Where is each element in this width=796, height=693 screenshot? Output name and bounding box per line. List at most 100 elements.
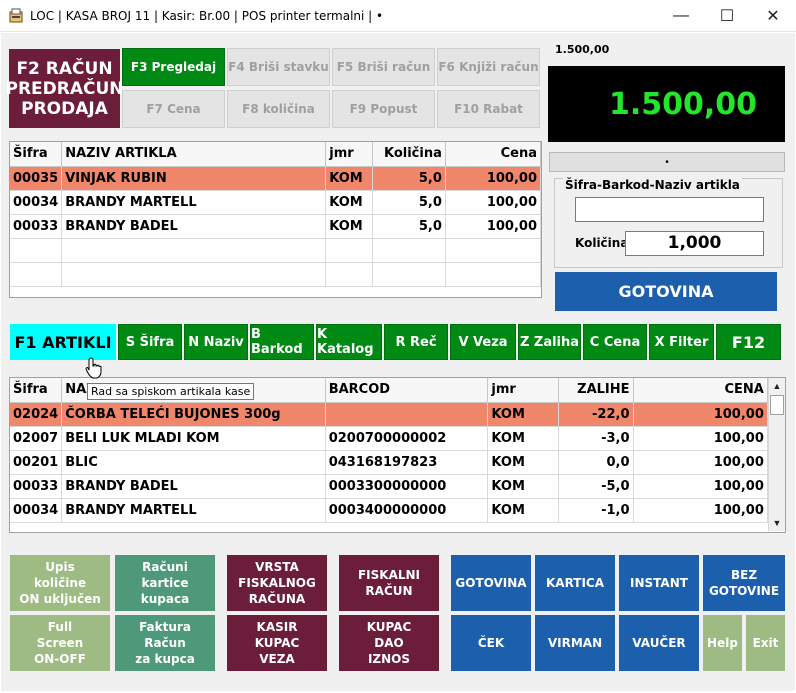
upis-kolicine-button[interactable]: Upis količine ON uključen xyxy=(10,555,110,611)
table-row[interactable]: 00033 BRANDY BADEL KOM 5,0 100,00 xyxy=(10,214,541,239)
faktura-button[interactable]: Faktura Račun za kupca xyxy=(115,615,215,671)
cell-sifra: 00035 xyxy=(10,166,63,191)
f5-brisi-racun-button[interactable]: F5 Briši račun xyxy=(332,48,435,86)
kupac-dao-iznos-button[interactable]: KUPAC DAO IZNOS xyxy=(339,615,439,671)
instant-button[interactable]: INSTANT xyxy=(619,555,699,611)
col-header-sifra[interactable]: Šifra xyxy=(10,378,63,403)
cell-naziv: BRANDY BADEL xyxy=(61,214,327,239)
tab-katalog[interactable]: K Katalog xyxy=(316,324,382,360)
f8-kolicina-button[interactable]: F8 količina xyxy=(227,90,330,128)
cell-naziv: BELI LUK MLADI KOM xyxy=(61,426,326,451)
virman-button[interactable]: VIRMAN xyxy=(535,615,615,671)
cell-jmr: KOM xyxy=(487,474,559,499)
vaucer-button[interactable]: VAUČER xyxy=(619,615,699,671)
col-header-jmr[interactable]: jmr xyxy=(487,378,559,403)
hand-cursor-icon xyxy=(85,357,102,379)
articles-grid[interactable]: Šifra NAZIV ARTIKLA BARCOD jmr ZALIHE CE… xyxy=(9,377,786,533)
col-header-kolicina[interactable]: Količina xyxy=(372,142,446,167)
cell-zalihe: -22,0 xyxy=(558,402,634,427)
tab-cena[interactable]: C Cena xyxy=(583,324,647,360)
f4-brisi-stavku-button[interactable]: F4 Briši stavku xyxy=(227,48,330,86)
cell-sifra: 00201 xyxy=(10,450,63,475)
col-header-barcod[interactable]: BARCOD xyxy=(325,378,489,403)
vrsta-fiskalnog-button[interactable]: VRSTA FISKALNOG RAČUNA xyxy=(227,555,327,611)
cell-jmr: KOM xyxy=(487,402,559,427)
table-row[interactable]: 00035 VINJAK RUBIN KOM 5,0 100,00 xyxy=(10,166,541,191)
maximize-button[interactable]: ☐ xyxy=(704,0,750,32)
articles-scrollbar[interactable]: ▲ ▼ xyxy=(768,378,785,531)
cell-barcod: 043168197823 xyxy=(325,450,489,475)
cell-jmr: KOM xyxy=(487,498,559,523)
cell-naziv: BRANDY MARTELL xyxy=(61,498,326,523)
fiskalni-racun-button[interactable]: FISKALNI RAČUN xyxy=(339,555,439,611)
help-button[interactable]: Help xyxy=(703,615,742,671)
cell-jmr: KOM xyxy=(487,450,559,475)
table-row[interactable]: 02024 ČORBA TELEĆI BUJONES 300g KOM -22,… xyxy=(10,402,785,427)
table-row[interactable]: 00033 BRANDY BADEL 0003300000000 KOM -5,… xyxy=(10,474,785,499)
gotovina-main-button[interactable]: GOTOVINA xyxy=(555,272,777,311)
tab-barkod[interactable]: B Barkod xyxy=(250,324,314,360)
tab-zaliha[interactable]: Z Zaliha xyxy=(518,324,581,360)
scroll-down-icon[interactable]: ▼ xyxy=(769,515,785,531)
bez-gotovine-button[interactable]: BEZ GOTOVINE xyxy=(703,555,785,611)
f2-racun-button[interactable]: F2 RAČUN PREDRAČUN PRODAJA xyxy=(5,49,124,128)
cell-barcod xyxy=(325,402,489,427)
gotovina-button[interactable]: GOTOVINA xyxy=(451,555,531,611)
cell-barcod: 0200700000002 xyxy=(325,426,489,451)
tab-veza[interactable]: V Veza xyxy=(450,324,516,360)
cell-naziv: ČORBA TELEĆI BUJONES 300g xyxy=(61,402,326,427)
tab-naziv[interactable]: N Naziv xyxy=(184,324,248,360)
tab-sifra[interactable]: S Šifra xyxy=(118,324,182,360)
cell-barcod: 0003400000000 xyxy=(325,498,489,523)
scroll-thumb[interactable] xyxy=(770,395,784,415)
close-button[interactable]: ✕ xyxy=(750,0,796,32)
cek-button[interactable]: ČEK xyxy=(451,615,531,671)
tab-f12[interactable]: F12 xyxy=(716,324,781,360)
exit-button[interactable]: Exit xyxy=(746,615,785,671)
f3-pregledaj-button[interactable]: F3 Pregledaj xyxy=(122,48,225,86)
f7-cena-button[interactable]: F7 Cena xyxy=(122,90,225,128)
cell-cena: 100,00 xyxy=(633,474,768,499)
col-header-cena[interactable]: CENA xyxy=(633,378,768,403)
cell-cena: 100,00 xyxy=(633,426,768,451)
f10-rabat-button[interactable]: F10 Rabat xyxy=(437,90,540,128)
cell-jmr: KOM xyxy=(325,166,374,191)
table-row[interactable]: 00201 BLIC 043168197823 KOM 0,0 100,00 xyxy=(10,450,785,475)
kasir-kupac-veza-button[interactable]: KASIR KUPAC VEZA xyxy=(227,615,327,671)
cell-zalihe: 0,0 xyxy=(558,450,634,475)
scroll-up-icon[interactable]: ▲ xyxy=(769,378,785,394)
kartica-button[interactable]: KARTICA xyxy=(535,555,615,611)
cell-zalihe: -5,0 xyxy=(558,474,634,499)
col-header-sifra[interactable]: Šifra xyxy=(10,142,63,167)
cell-sifra: 00033 xyxy=(10,474,63,499)
tab-filter[interactable]: X Filter xyxy=(649,324,714,360)
cell-jmr: KOM xyxy=(325,190,374,215)
col-header-naziv[interactable]: NAZIV ARTIKLA xyxy=(61,142,327,167)
table-row[interactable]: 00034 BRANDY MARTELL 0003400000000 KOM -… xyxy=(10,498,785,523)
col-header-jmr[interactable]: jmr xyxy=(325,142,374,167)
receipt-grid[interactable]: Šifra NAZIV ARTIKLA jmr Količina Cena 00… xyxy=(9,141,542,298)
cell-cena: 100,00 xyxy=(633,450,768,475)
col-header-zalihe[interactable]: ZALIHE xyxy=(558,378,634,403)
empty-row xyxy=(10,262,541,287)
receipt-header-row: Šifra NAZIV ARTIKLA jmr Količina Cena xyxy=(10,142,541,167)
cell-cena: 100,00 xyxy=(445,190,541,215)
small-total-label: 1.500,00 xyxy=(555,43,610,56)
f6-knjizi-racun-button[interactable]: F6 Knjiži račun xyxy=(437,48,540,86)
quantity-input[interactable]: 1,000 xyxy=(625,231,764,256)
racuni-kartice-button[interactable]: Računi kartice kupaca xyxy=(115,555,215,611)
cell-naziv: BRANDY MARTELL xyxy=(61,190,327,215)
tab-f1-artikli[interactable]: F1 ARTIKLI xyxy=(10,324,116,360)
cell-cena: 100,00 xyxy=(445,214,541,239)
cell-sifra: 00034 xyxy=(10,190,63,215)
tab-rec[interactable]: R Reč xyxy=(384,324,448,360)
table-row[interactable]: 02007 BELI LUK MLADI KOM 0200700000002 K… xyxy=(10,426,785,451)
app-client-area: F2 RAČUN PREDRAČUN PRODAJA F3 Pregledaj … xyxy=(1,33,795,691)
table-row[interactable]: 00034 BRANDY MARTELL KOM 5,0 100,00 xyxy=(10,190,541,215)
minimize-button[interactable]: — xyxy=(658,0,704,32)
cell-zalihe: -3,0 xyxy=(558,426,634,451)
full-screen-button[interactable]: Full Screen ON-OFF xyxy=(10,615,110,671)
col-header-cena[interactable]: Cena xyxy=(445,142,541,167)
search-input[interactable] xyxy=(575,197,764,222)
f9-popust-button[interactable]: F9 Popust xyxy=(332,90,435,128)
